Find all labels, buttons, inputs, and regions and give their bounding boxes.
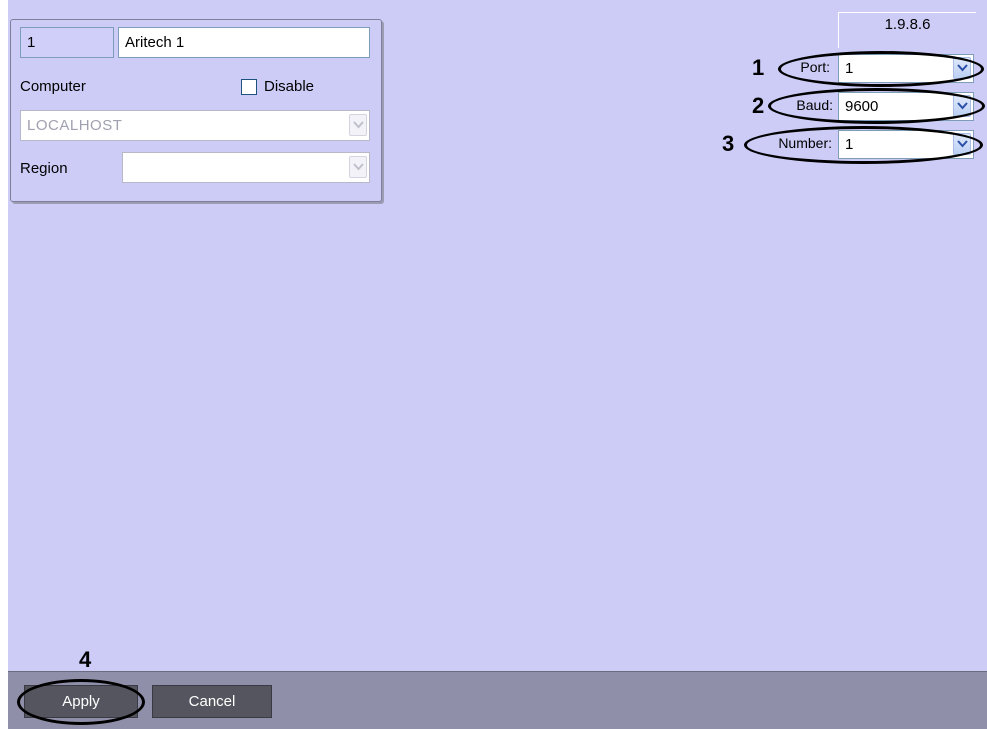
chevron-down-icon[interactable]	[349, 156, 367, 178]
chevron-down-icon[interactable]	[953, 57, 971, 79]
region-label: Region	[20, 160, 68, 177]
computer-select: LOCALHOST	[20, 110, 370, 141]
computer-select-value: LOCALHOST	[27, 117, 123, 134]
port-select-value: 1	[845, 60, 854, 77]
port-select[interactable]: 1	[838, 54, 974, 83]
callout-1: 1	[752, 55, 765, 80]
number-label: Number:	[778, 135, 832, 151]
callout-3: 3	[722, 131, 735, 156]
object-id-field[interactable]: 1	[20, 27, 114, 58]
baud-select-value: 9600	[845, 98, 879, 115]
version-label: 1.9.8.6	[838, 12, 976, 48]
disable-checkbox[interactable]	[241, 79, 257, 95]
chevron-down-icon	[349, 114, 367, 136]
baud-label: Baud:	[796, 97, 833, 113]
object-name-field[interactable]: Aritech 1	[118, 27, 370, 58]
computer-label: Computer	[20, 78, 86, 95]
port-label: Port:	[800, 59, 830, 75]
number-select-value: 1	[845, 136, 854, 153]
cancel-button[interactable]: Cancel	[152, 685, 272, 718]
region-select[interactable]	[122, 152, 370, 183]
apply-button[interactable]: Apply	[24, 685, 138, 718]
baud-select[interactable]: 9600	[838, 92, 974, 121]
chevron-down-icon[interactable]	[953, 133, 971, 155]
chevron-down-icon[interactable]	[953, 95, 971, 117]
callout-4: 4	[79, 647, 92, 672]
number-select[interactable]: 1	[838, 130, 974, 159]
disable-label: Disable	[264, 78, 315, 95]
callout-2: 2	[752, 93, 765, 118]
